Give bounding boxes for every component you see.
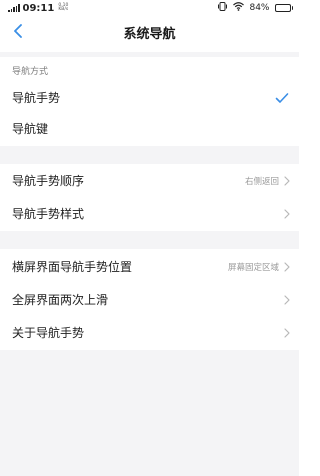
section-label-nav-method: 导航方式 — [12, 66, 49, 77]
row-label: 导航手势样式 — [12, 207, 85, 221]
checkmark-icon — [275, 92, 289, 104]
row-value: 屏幕固定区域 — [227, 262, 279, 273]
network-speed: 0.10 KB/s — [58, 3, 69, 12]
option-gesture-navigation[interactable]: 导航手势 — [0, 82, 299, 113]
status-left: 09:11 0.10 KB/s — [8, 3, 68, 14]
chevron-right-icon — [283, 294, 291, 305]
row-right: 右侧返回 — [245, 175, 291, 187]
row-value: 右侧返回 — [244, 176, 279, 187]
wifi-icon — [233, 2, 245, 14]
row-label: 关于导航手势 — [12, 326, 85, 340]
option-label: 导航手势 — [12, 91, 61, 105]
row-label: 全屏界面两次上滑 — [12, 293, 109, 307]
section-divider — [0, 146, 299, 164]
option-navigation-keys[interactable]: 导航键 — [0, 113, 299, 144]
page-background — [0, 350, 299, 476]
battery-icon — [274, 4, 293, 12]
row-right — [283, 294, 291, 305]
status-right: 84% — [217, 2, 293, 14]
page-title: 系统导航 — [123, 26, 176, 42]
network-speed-unit: KB/s — [58, 7, 69, 12]
chevron-right-icon — [283, 327, 291, 338]
chevron-right-icon — [283, 175, 291, 186]
status-time: 09:11 — [22, 2, 55, 14]
header: 系统导航 — [0, 16, 299, 48]
row-about-gestures[interactable]: 关于导航手势 — [0, 317, 299, 348]
back-chevron-icon — [13, 23, 23, 42]
status-bar: 09:11 0.10 KB/s 84% — [0, 0, 299, 16]
back-button[interactable] — [6, 20, 30, 44]
row-fullscreen-double-swipe[interactable]: 全屏界面两次上滑 — [0, 284, 299, 315]
row-right — [283, 327, 291, 338]
chevron-right-icon — [283, 208, 291, 219]
chevron-right-icon — [283, 261, 291, 272]
vibrate-icon — [217, 2, 228, 14]
option-label: 导航键 — [12, 122, 49, 136]
section-divider — [0, 231, 299, 249]
row-label: 横屏界面导航手势位置 — [12, 260, 133, 274]
battery-percent: 84% — [249, 3, 270, 13]
row-label: 导航手势顺序 — [12, 174, 85, 188]
row-landscape-gesture-position[interactable]: 横屏界面导航手势位置 屏幕固定区域 — [0, 251, 299, 282]
row-gesture-style[interactable]: 导航手势样式 — [0, 198, 299, 229]
row-right — [283, 208, 291, 219]
signal-icon — [8, 4, 20, 12]
row-right: 屏幕固定区域 — [228, 261, 291, 273]
section-divider — [0, 52, 299, 57]
row-gesture-order[interactable]: 导航手势顺序 右侧返回 — [0, 165, 299, 196]
